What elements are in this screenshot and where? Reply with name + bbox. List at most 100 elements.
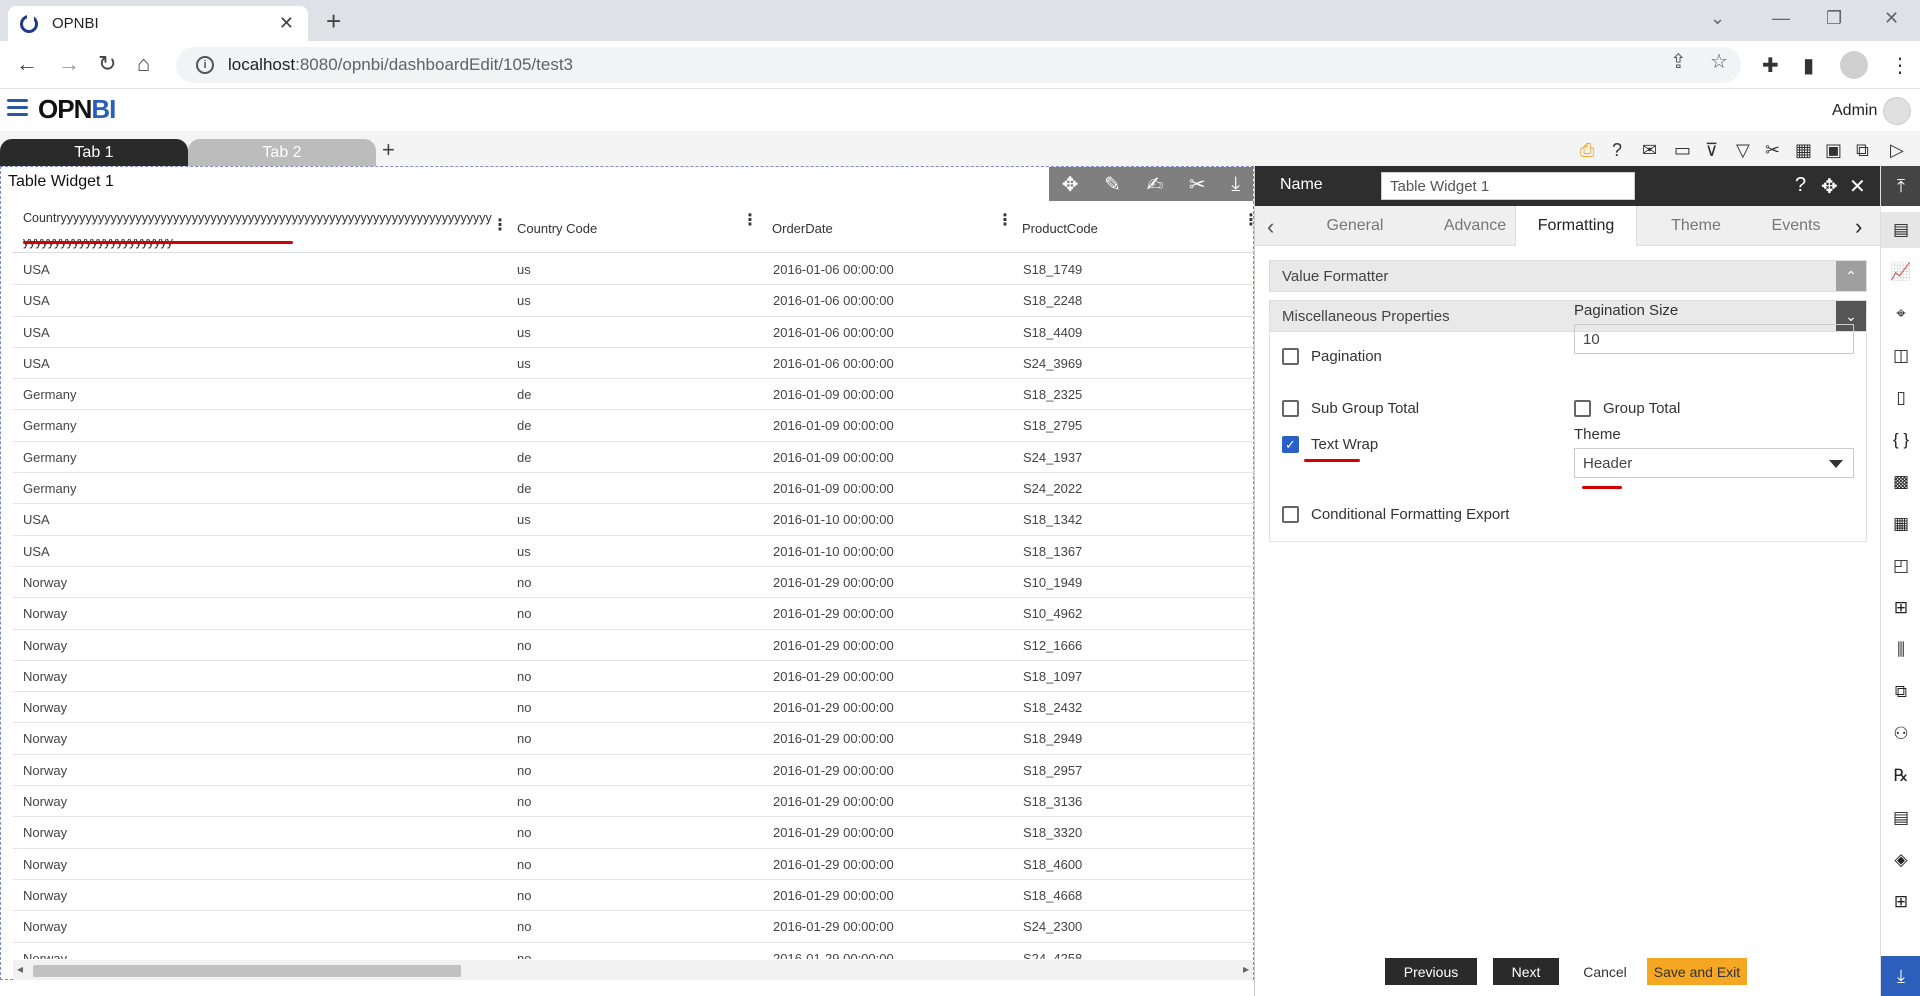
previous-button[interactable]: Previous	[1385, 958, 1477, 985]
table-row[interactable]: Norway no 2016-01-29 00:00:00 S18_2432	[13, 692, 1255, 724]
pagination-size-input[interactable]: 10	[1574, 324, 1854, 354]
site-info-icon[interactable]: i	[196, 56, 214, 74]
table-row[interactable]: Norway no 2016-01-29 00:00:00 S18_2957	[13, 755, 1255, 787]
user-avatar[interactable]	[1883, 97, 1911, 125]
tab-events[interactable]: Events	[1747, 206, 1845, 246]
tabs-next-icon[interactable]: ›	[1855, 214, 1862, 240]
table-row[interactable]: Germany de 2016-01-09 00:00:00 S24_1937	[13, 442, 1255, 474]
table-row[interactable]: USA us 2016-01-06 00:00:00 S24_3969	[13, 348, 1255, 380]
tab-formatting[interactable]: Formatting	[1515, 206, 1637, 246]
text-wrap-checkbox[interactable]: ✓ Text Wrap	[1282, 436, 1378, 453]
report-widget-icon[interactable]: ◰	[1881, 548, 1920, 584]
scroll-top-icon[interactable]: ⤒	[1881, 166, 1920, 206]
tab-general[interactable]: General	[1295, 206, 1415, 246]
restore-icon[interactable]: ❐	[1826, 8, 1842, 29]
reload-icon[interactable]: ↻	[98, 51, 116, 77]
tab-theme[interactable]: Theme	[1637, 206, 1755, 246]
table-widget[interactable]: Table Widget 1 ✥ ✎ ✍ ✂ ⤓ Countryyyyyyyyy…	[0, 166, 1259, 980]
table-row[interactable]: Norway no 2016-01-29 00:00:00 S10_1949	[13, 567, 1255, 599]
chevron-up-icon[interactable]: ⌃	[1836, 261, 1866, 291]
add-tab-icon[interactable]: +	[382, 137, 395, 163]
column-header-country[interactable]: Countryyyyyyyyyyyyyyyyyyyyyyyyyyyyyyyyyy…	[13, 203, 508, 253]
settings-tools-icon[interactable]: ✂	[1189, 172, 1206, 197]
section-value-formatter[interactable]: Value Formatter ⌃	[1269, 260, 1867, 292]
move-icon[interactable]: ✥	[1062, 172, 1079, 197]
scrollbar-thumb[interactable]	[33, 965, 461, 977]
edit-icon[interactable]: ✍	[1147, 172, 1164, 197]
share-icon[interactable]: ⇪	[1670, 49, 1687, 74]
move-panel-icon[interactable]: ✥	[1821, 174, 1838, 199]
chart-widget-icon[interactable]: 📈	[1881, 254, 1920, 290]
cancel-button[interactable]: Cancel	[1569, 958, 1641, 985]
table-widget-icon[interactable]: ▤	[1881, 212, 1920, 248]
filter-icon[interactable]: ▽	[1736, 140, 1750, 161]
table-row[interactable]: Norway no 2016-01-29 00:00:00 S12_1666	[13, 630, 1255, 661]
conditional-formatting-export-checkbox[interactable]: Conditional Formatting Export	[1282, 506, 1509, 523]
group-widget-icon[interactable]: ⚇	[1881, 716, 1920, 752]
checkbox-box[interactable]	[1282, 506, 1299, 523]
column-menu-icon[interactable]: ⋮	[742, 210, 758, 230]
url-field[interactable]: i localhost:8080/opnbi/dashboardEdit/105…	[176, 47, 1741, 83]
side-panel-icon[interactable]: ▮	[1803, 53, 1814, 78]
mail-icon[interactable]: ✉	[1642, 140, 1657, 161]
table-row[interactable]: USA us 2016-01-06 00:00:00 S18_1749	[13, 254, 1255, 286]
screen-icon[interactable]: ▣	[1825, 140, 1842, 161]
scroll-right-icon[interactable]: ▸	[1243, 962, 1249, 976]
preview-play-icon[interactable]: ▷	[1890, 140, 1904, 161]
copy-widget-icon[interactable]: ⧉	[1881, 674, 1920, 710]
tools-icon[interactable]: ✂	[1765, 140, 1780, 161]
table-row[interactable]: USA us 2016-01-06 00:00:00 S18_2248	[13, 285, 1255, 317]
hamburger-menu-icon[interactable]	[7, 99, 28, 117]
table-row[interactable]: USA us 2016-01-06 00:00:00 S18_4409	[13, 317, 1255, 348]
help-icon[interactable]: ?	[1795, 174, 1806, 197]
draw-icon[interactable]: ✎	[1104, 172, 1121, 197]
group-total-checkbox[interactable]: Group Total	[1574, 400, 1680, 417]
checkbox-box[interactable]	[1574, 400, 1591, 417]
image-widget-icon[interactable]: ▩	[1881, 464, 1920, 500]
formula-widget-icon[interactable]: ℞	[1881, 758, 1920, 794]
kpi-widget-icon[interactable]: ◫	[1881, 338, 1920, 374]
table-row[interactable]: Germany de 2016-01-09 00:00:00 S24_2022	[13, 473, 1255, 505]
user-name[interactable]: Admin	[1832, 102, 1877, 120]
table-row[interactable]: Norway no 2016-01-29 00:00:00 S24_4258	[13, 943, 1255, 959]
home-icon[interactable]: ⌂	[137, 51, 150, 77]
tab-search-icon[interactable]: ⌄	[1710, 8, 1725, 29]
table-icon[interactable]: ▦	[1795, 140, 1812, 161]
checkbox-box[interactable]	[1282, 400, 1299, 417]
profile-avatar[interactable]	[1840, 51, 1868, 79]
table-row[interactable]: Norway no 2016-01-29 00:00:00 S18_3320	[13, 817, 1255, 849]
bookmark-star-icon[interactable]: ☆	[1710, 49, 1728, 74]
checkbox-box[interactable]	[1282, 348, 1299, 365]
code-widget-icon[interactable]: { }	[1881, 422, 1920, 458]
scroll-left-icon[interactable]: ◂	[17, 962, 23, 976]
layers-widget-icon[interactable]: ◈	[1881, 842, 1920, 878]
next-button[interactable]: Next	[1493, 958, 1559, 985]
table-row[interactable]: Norway no 2016-01-29 00:00:00 S18_4600	[13, 849, 1255, 880]
column-menu-icon[interactable]: ⋮	[492, 215, 508, 235]
browser-tab[interactable]: OPNBI ✕	[8, 6, 308, 41]
back-icon[interactable]: ←	[16, 51, 38, 77]
column-header-productcode[interactable]: ProductCode ⋮	[1007, 203, 1259, 253]
table-row[interactable]: Norway no 2016-01-29 00:00:00 S10_4962	[13, 598, 1255, 630]
comment-icon[interactable]: ▭	[1674, 140, 1691, 161]
table-row[interactable]: Norway no 2016-01-29 00:00:00 S24_2300	[13, 911, 1255, 943]
minimize-icon[interactable]: —	[1772, 8, 1790, 29]
theme-select[interactable]: Header	[1574, 448, 1854, 478]
column-header-country-code[interactable]: Country Code ⋮	[507, 203, 758, 253]
tabs-prev-icon[interactable]: ‹	[1267, 214, 1274, 240]
stats-widget-icon[interactable]: ⫼	[1881, 632, 1920, 668]
table-row[interactable]: Germany de 2016-01-09 00:00:00 S18_2795	[13, 410, 1255, 442]
pagination-checkbox[interactable]: Pagination	[1282, 348, 1382, 365]
save-and-exit-button[interactable]: Save and Exit	[1647, 958, 1747, 985]
help-icon[interactable]: ?	[1612, 140, 1622, 161]
checkbox-checked-icon[interactable]: ✓	[1282, 436, 1299, 453]
table-row[interactable]: USA us 2016-01-10 00:00:00 S18_1342	[13, 504, 1255, 536]
text-widget-icon[interactable]: ▯	[1881, 380, 1920, 416]
document-widget-icon[interactable]: ▤	[1881, 800, 1920, 836]
table-row[interactable]: USA us 2016-01-10 00:00:00 S18_1367	[13, 536, 1255, 567]
pivot-widget-icon[interactable]: ▦	[1881, 506, 1920, 542]
horizontal-scrollbar[interactable]: ◂ ▸	[13, 960, 1253, 980]
table-row[interactable]: Germany de 2016-01-09 00:00:00 S18_2325	[13, 379, 1255, 411]
table-row[interactable]: Norway no 2016-01-29 00:00:00 S18_3136	[13, 786, 1255, 818]
map-widget-icon[interactable]: ⌖	[1881, 296, 1920, 332]
